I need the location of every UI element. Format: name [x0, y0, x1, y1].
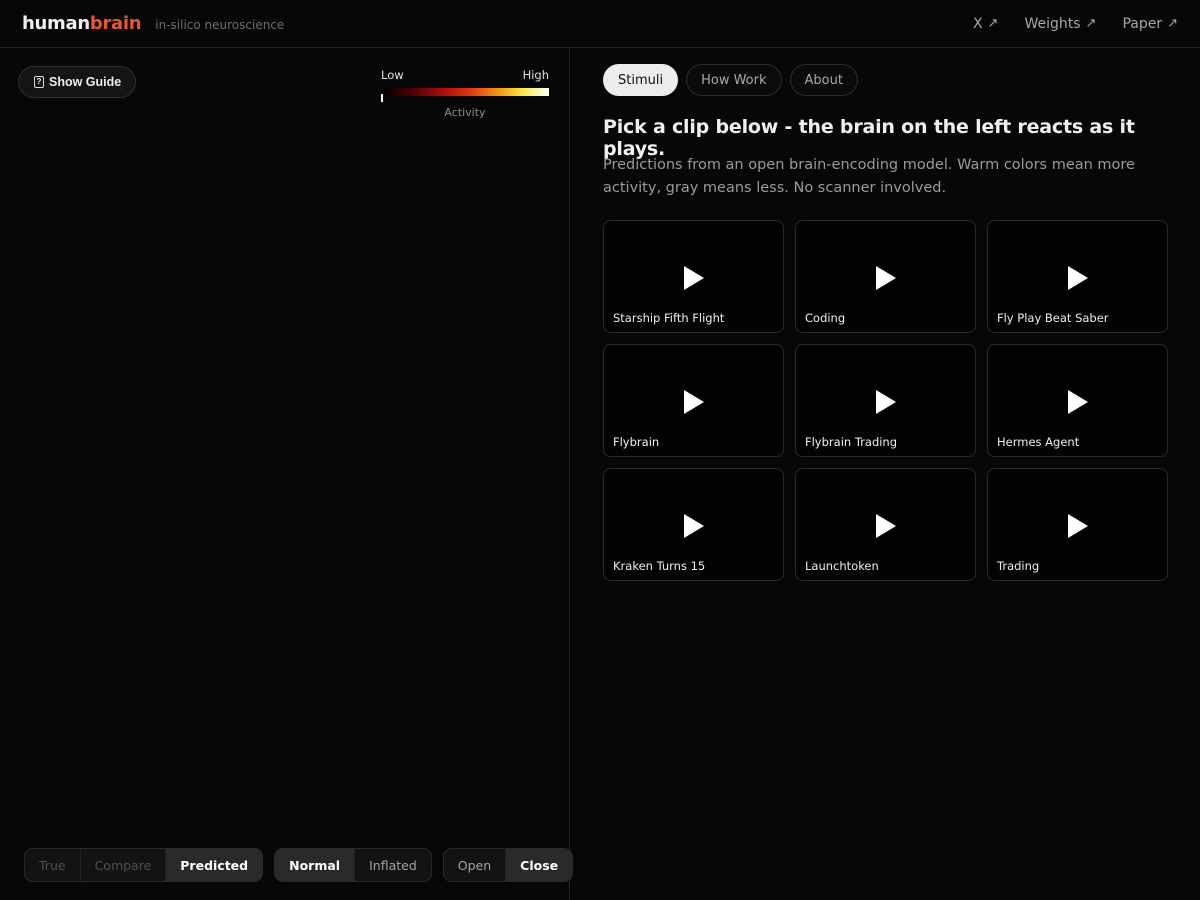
clip-title: Trading — [997, 559, 1040, 573]
play-icon — [876, 266, 896, 290]
clip-card-kraken-turns-15[interactable]: Kraken Turns 15 — [603, 468, 784, 581]
play-icon — [1068, 390, 1088, 414]
guide-icon: ? — [34, 76, 44, 88]
clip-title: Starship Fifth Flight — [613, 311, 725, 325]
top-nav: X ↗ Weights ↗ Paper ↗ — [973, 16, 1178, 32]
clip-card-coding[interactable]: Coding — [795, 220, 976, 333]
play-icon — [684, 514, 704, 538]
show-guide-button[interactable]: ? Show Guide — [18, 66, 137, 98]
tab-how-work[interactable]: How Work — [686, 64, 782, 96]
clip-title: Hermes Agent — [997, 435, 1080, 449]
brand-part-human: human — [22, 13, 90, 34]
external-arrow-icon: ↗ — [1085, 16, 1097, 31]
brand-part-brain: brain — [89, 13, 142, 34]
nav-link-label: Weights — [1024, 15, 1081, 32]
play-icon — [684, 266, 704, 290]
stimuli-panel: Stimuli How Work About Pick a clip below… — [571, 48, 1200, 900]
surface-toggle: Normal Inflated — [274, 848, 432, 882]
clip-title: Fly Play Beat Saber — [997, 311, 1109, 325]
legend-high-label: High — [522, 68, 549, 82]
clip-card-hermes-agent[interactable]: Hermes Agent — [987, 344, 1168, 457]
play-icon — [1068, 514, 1088, 538]
legend-low-label: Low — [381, 68, 404, 82]
clip-title: Coding — [805, 311, 846, 325]
tagline: in-silico neuroscience — [155, 17, 285, 32]
tab-stimuli[interactable]: Stimuli — [603, 64, 679, 96]
clip-title: Kraken Turns 15 — [613, 559, 706, 573]
external-arrow-icon: ↗ — [987, 16, 999, 31]
brand-logo[interactable]: human brain — [22, 13, 142, 34]
nav-link-label: X — [972, 15, 983, 32]
clip-card-launchtoken[interactable]: Launchtoken — [795, 468, 976, 581]
page-description: Predictions from an open brain-encoding … — [603, 157, 1135, 196]
clip-grid: Starship Fifth Flight Coding Fly Play Be… — [603, 220, 1168, 581]
brain-viewer-panel[interactable]: ? Show Guide Low High Activity True Comp… — [0, 48, 574, 900]
external-arrow-icon: ↗ — [1167, 16, 1178, 31]
clip-card-fly-play-beat-saber[interactable]: Fly Play Beat Saber — [987, 220, 1168, 333]
panel-option-open[interactable]: Open — [444, 849, 507, 881]
clip-card-starship-fifth-flight[interactable]: Starship Fifth Flight — [603, 220, 784, 333]
top-bar: human brain in-silico neuroscience X ↗ Wei… — [0, 0, 1200, 48]
colorbar-marker — [381, 94, 383, 102]
legend-caption: Activity — [444, 106, 486, 119]
nav-link-x[interactable]: X ↗ — [973, 16, 999, 32]
view-controls: True Compare Predicted Normal Inflated O… — [24, 848, 574, 882]
tab-about[interactable]: About — [789, 64, 858, 96]
panel-toggle: Open Close — [442, 848, 574, 882]
source-option-predicted[interactable]: Predicted — [166, 849, 263, 881]
nav-link-label: Paper — [1122, 15, 1163, 32]
source-option-true[interactable]: True — [25, 849, 81, 881]
source-toggle: True Compare Predicted — [24, 848, 264, 882]
play-icon — [1068, 266, 1088, 290]
play-icon — [876, 514, 896, 538]
nav-link-weights[interactable]: Weights ↗ — [1024, 16, 1096, 32]
clip-card-flybrain-trading[interactable]: Flybrain Trading — [795, 344, 976, 457]
clip-title: Flybrain — [613, 435, 660, 449]
play-icon — [876, 390, 896, 414]
surface-option-inflated[interactable]: Inflated — [355, 849, 431, 881]
panel-option-close[interactable]: Close — [506, 849, 573, 881]
panel-tabs: Stimuli How Work About — [603, 64, 858, 96]
clip-card-trading[interactable]: Trading — [987, 468, 1168, 581]
clip-title: Flybrain Trading — [805, 435, 898, 449]
surface-option-normal[interactable]: Normal — [275, 849, 356, 881]
show-guide-label: Show Guide — [49, 75, 122, 89]
activity-legend: Low High Activity — [381, 68, 549, 119]
nav-link-paper[interactable]: Paper ↗ — [1122, 16, 1178, 32]
activity-colorbar — [381, 88, 549, 96]
play-icon — [684, 390, 704, 414]
clip-card-flybrain[interactable]: Flybrain — [603, 344, 784, 457]
source-option-compare[interactable]: Compare — [81, 849, 167, 881]
clip-title: Launchtoken — [805, 559, 879, 573]
